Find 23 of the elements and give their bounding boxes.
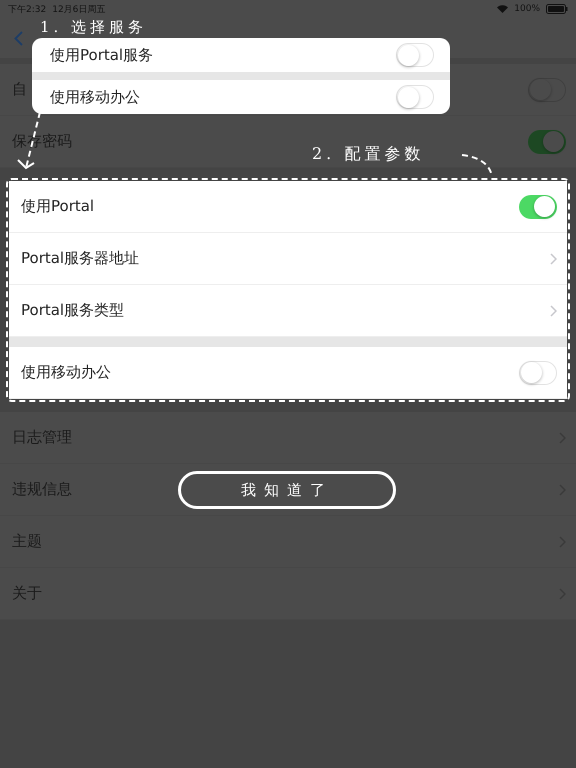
dismiss-button[interactable]: 我知道了: [178, 471, 396, 509]
chevron-right-icon: [550, 252, 557, 264]
battery-icon: [546, 4, 568, 14]
option-label: 使用Portal服务: [50, 46, 154, 64]
chevron-right-icon: [550, 304, 557, 316]
row-label: Portal服务器地址: [21, 249, 140, 268]
toggle-switch[interactable]: [528, 130, 566, 154]
row-label: 使用移动办公: [21, 363, 111, 382]
settings-row[interactable]: Portal服务器地址: [9, 233, 567, 285]
battery-percent: 100%: [514, 4, 540, 14]
option-label: 使用移动办公: [50, 88, 140, 106]
wifi-icon: [497, 5, 508, 13]
settings-row[interactable]: Portal服务类型: [9, 285, 567, 337]
step-title: 1. 选择服务: [40, 18, 148, 36]
row-label: 使用Portal: [21, 197, 94, 216]
row-label: Portal服务类型: [21, 301, 124, 320]
back-icon[interactable]: [14, 30, 23, 46]
settings-row[interactable]: 使用Portal: [9, 181, 567, 233]
settings-row[interactable]: 使用移动办公: [9, 347, 567, 399]
step-title: 2. 配置参数: [312, 144, 424, 165]
status-time: 下午2:32: [8, 4, 46, 16]
toggle-switch[interactable]: [519, 194, 557, 218]
status-date: 12月6日周五: [52, 4, 106, 16]
